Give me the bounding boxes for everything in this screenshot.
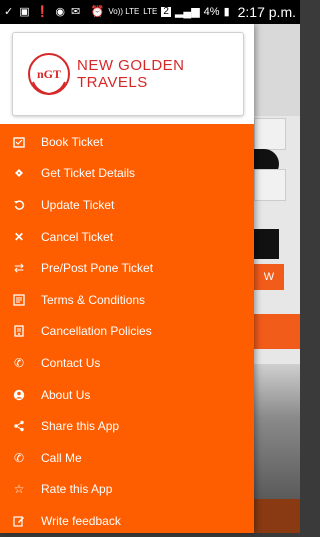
- logo-emblem-icon: nGT: [27, 52, 71, 96]
- menu-item-rate-app[interactable]: ☆ Rate this App: [0, 474, 254, 506]
- background-footer: [254, 499, 300, 533]
- signal-icon: ▂▄▆: [174, 5, 200, 18]
- menu-item-get-ticket-details[interactable]: Get Ticket Details: [0, 158, 254, 190]
- background-button: W: [254, 264, 284, 290]
- undo-icon: [12, 198, 26, 212]
- menu-item-terms-conditions[interactable]: Terms & Conditions: [0, 284, 254, 316]
- menu-item-label: Get Ticket Details: [41, 166, 136, 181]
- battery-icon: ▮: [223, 5, 230, 18]
- menu-item-label: Contact Us: [41, 355, 101, 370]
- background-image: [254, 364, 300, 499]
- network-1-label: Vo)) LTE: [108, 7, 140, 16]
- document-list-icon: [12, 293, 26, 307]
- menu-item-label: Cancel Ticket: [41, 229, 114, 244]
- background-dark-block: [254, 229, 279, 259]
- alarm-icon: ⏰: [90, 5, 105, 18]
- clock: 2:17 p.m.: [237, 4, 296, 20]
- menu-item-label: Share this App: [41, 419, 120, 434]
- background-header: [254, 24, 300, 116]
- menu-item-label: Update Ticket: [41, 197, 115, 212]
- navigation-drawer: nGT NEW GOLDEN TRAVELS Book Ticket Get T…: [0, 24, 254, 533]
- background-field-2: [254, 169, 286, 201]
- background-field: [254, 118, 286, 150]
- menu-item-update-ticket[interactable]: Update Ticket: [0, 189, 254, 221]
- battery-percent: 4%: [203, 5, 220, 18]
- user-circle-icon: [12, 388, 26, 402]
- menu-item-about-us[interactable]: About Us: [0, 379, 254, 411]
- menu-item-label: Terms & Conditions: [41, 292, 146, 307]
- check-icon: ✓: [4, 5, 14, 18]
- menu-item-book-ticket[interactable]: Book Ticket: [0, 126, 254, 158]
- menu-item-share-app[interactable]: Share this App: [0, 410, 254, 442]
- logo: nGT NEW GOLDEN TRAVELS: [12, 32, 244, 116]
- sim-badge: 2: [161, 6, 171, 17]
- menu-item-contact-us[interactable]: ✆ Contact Us: [0, 347, 254, 379]
- drawer-header: nGT NEW GOLDEN TRAVELS: [0, 24, 254, 124]
- swap-icon: ⇄: [13, 261, 25, 276]
- menu-item-prepone-postpone[interactable]: ⇄ Pre/Post Pone Ticket: [0, 252, 254, 284]
- menu-item-label: Pre/Post Pone Ticket: [41, 261, 154, 276]
- phone-icon: ✆: [13, 450, 25, 465]
- menu-item-call-me[interactable]: ✆ Call Me: [0, 442, 254, 474]
- menu-item-label: Rate this App: [41, 482, 113, 497]
- policy-document-icon: [12, 324, 26, 338]
- menu-item-write-feedback[interactable]: Write feedback: [0, 505, 254, 537]
- whatsapp-icon: ◉: [55, 5, 65, 18]
- logo-name: NEW GOLDEN TRAVELS: [77, 57, 185, 91]
- phone-icon: ✆: [13, 355, 25, 370]
- drawer-menu: Book Ticket Get Ticket Details Update Ti…: [0, 126, 254, 537]
- menu-item-label: Call Me: [41, 450, 82, 465]
- alert-icon: ❗: [35, 5, 50, 18]
- image-icon: ▣: [19, 5, 30, 18]
- menu-item-label: Write feedback: [41, 513, 121, 528]
- edit-icon: [12, 514, 26, 528]
- status-bar: ✓ ▣ ❗ ◉ ✉ ⏰ Vo)) LTE LTE 2 ▂▄▆ 4% ▮ 2:17…: [0, 0, 300, 24]
- menu-item-label: About Us: [41, 387, 91, 402]
- menu-item-label: Book Ticket: [41, 134, 104, 149]
- share-icon: [12, 419, 26, 433]
- menu-item-label: Cancellation Policies: [41, 324, 152, 339]
- background-bar: [254, 314, 300, 349]
- ticket-icon: [12, 166, 26, 180]
- menu-item-cancellation-policies[interactable]: Cancellation Policies: [0, 316, 254, 348]
- close-icon: ✕: [13, 229, 25, 244]
- network-2-label: LTE: [143, 7, 158, 16]
- menu-item-cancel-ticket[interactable]: ✕ Cancel Ticket: [0, 221, 254, 253]
- calendar-check-icon: [12, 135, 26, 149]
- star-icon: ☆: [13, 482, 25, 497]
- background-app: W: [254, 24, 300, 533]
- logo-emblem-text: nGT: [37, 67, 61, 81]
- mail-icon: ✉: [70, 5, 81, 18]
